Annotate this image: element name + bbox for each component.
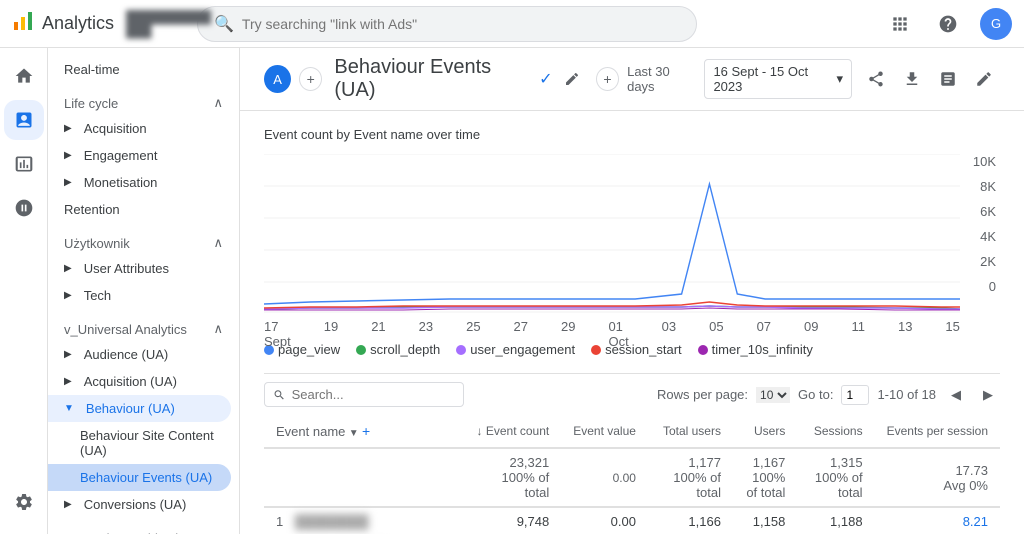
nav-explore[interactable] bbox=[4, 144, 44, 184]
lifecycle-section: Life cycle ∧ ▶ Acquisition ▶ Engagement … bbox=[48, 87, 239, 223]
realtime-section: Real-time bbox=[48, 56, 239, 83]
account-icon-btn[interactable]: G bbox=[980, 8, 1012, 40]
verified-icon: ✓ bbox=[539, 69, 552, 89]
arrow-icon: ▶ bbox=[64, 150, 72, 161]
sidebar-item-retention[interactable]: Retention bbox=[48, 196, 239, 223]
chart-section: Event count by Event name over time 10K … bbox=[240, 111, 1024, 373]
rows-per-page-control: Rows per page: 10 25 50 Go to: 1-10 of 1… bbox=[657, 383, 1000, 407]
table-search-input[interactable] bbox=[292, 387, 455, 402]
sidebar-item-behaviour-ua[interactable]: ▼ Behaviour (UA) bbox=[48, 395, 231, 422]
next-page-btn[interactable]: ▶ bbox=[976, 383, 1000, 407]
nav-settings[interactable] bbox=[4, 482, 44, 522]
nav-advertising[interactable] bbox=[4, 188, 44, 228]
sort-icon: ▼ bbox=[349, 428, 359, 439]
report-avatar: A bbox=[264, 65, 291, 93]
lifecycle-header: Life cycle ∧ bbox=[48, 87, 239, 115]
add-column-btn[interactable]: + bbox=[362, 423, 370, 439]
sidebar-item-realtime[interactable]: Real-time bbox=[48, 56, 239, 83]
header-action-icons bbox=[860, 63, 1000, 95]
search-bar[interactable]: 🔍 bbox=[197, 6, 697, 42]
user-header: Użytkownik ∧ bbox=[48, 227, 239, 255]
go-to-page-input[interactable] bbox=[841, 385, 869, 405]
col-header-sessions[interactable]: Sessions bbox=[797, 415, 874, 448]
arrow-icon: ▼ bbox=[64, 403, 74, 414]
date-range-text: 16 Sept - 15 Oct 2023 bbox=[713, 64, 832, 94]
apps-icon-btn[interactable] bbox=[884, 8, 916, 40]
sidebar-item-acquisition[interactable]: ▶ Acquisition bbox=[48, 115, 239, 142]
col-header-event-name[interactable]: Event name ▼ + bbox=[264, 415, 464, 448]
share-icon-btn[interactable] bbox=[860, 63, 892, 95]
main-content: A + Behaviour Events (UA) ✓ + Last 30 da… bbox=[240, 48, 1024, 534]
right-icons: G bbox=[884, 8, 1012, 40]
analytics-logo-icon bbox=[12, 10, 34, 38]
arrow-icon: ▶ bbox=[64, 123, 72, 134]
sidebar-item-user-attributes[interactable]: ▶ User Attributes bbox=[48, 255, 239, 282]
arrow-icon: ▶ bbox=[64, 263, 72, 274]
sidebar-item-monetisation[interactable]: ▶ Monetisation bbox=[48, 169, 239, 196]
arrow-icon: ▶ bbox=[64, 290, 72, 301]
arrow-icon: ▶ bbox=[64, 177, 72, 188]
user-section: Użytkownik ∧ ▶ User Attributes ▶ Tech bbox=[48, 227, 239, 309]
ua-header: v_Universal Analytics ∧ bbox=[48, 313, 239, 341]
report-header-right: Last 30 days 16 Sept - 15 Oct 2023 ▾ bbox=[627, 59, 1000, 99]
chart-container: 10K 8K 6K 4K 2K 0 bbox=[264, 154, 1000, 334]
arrow-icon: ▶ bbox=[64, 349, 72, 360]
chart-title: Event count by Event name over time bbox=[264, 127, 1000, 142]
prev-page-btn[interactable]: ◀ bbox=[944, 383, 968, 407]
icon-nav bbox=[0, 48, 48, 534]
export-icon-btn[interactable] bbox=[896, 63, 928, 95]
col-header-event-count[interactable]: ↓ Event count bbox=[464, 415, 561, 448]
ua-section: v_Universal Analytics ∧ ▶ Audience (UA) … bbox=[48, 313, 239, 518]
table-toolbar: Rows per page: 10 25 50 Go to: 1-10 of 1… bbox=[264, 373, 1000, 415]
sidebar-item-engagement[interactable]: ▶ Engagement bbox=[48, 142, 239, 169]
table-search-icon bbox=[273, 388, 286, 402]
edit-report-icon-btn[interactable] bbox=[968, 63, 1000, 95]
sidebar-item-behaviour-site[interactable]: Behaviour Site Content (UA) bbox=[48, 422, 239, 464]
sidebar: Real-time Life cycle ∧ ▶ Acquisition ▶ E… bbox=[48, 48, 240, 534]
col-header-users[interactable]: Users bbox=[733, 415, 797, 448]
chart-x-labels: 17Sept 19 21 23 25 27 29 01Oct 03 05 07 … bbox=[264, 317, 960, 349]
table-body: 1 ████████ 9,748 0.00 1,166 1,158 1,188 … bbox=[264, 507, 1000, 534]
table-total-row: 23,321 100% of total 0.00 1,177 100% of … bbox=[264, 448, 1000, 507]
search-input[interactable] bbox=[242, 16, 680, 32]
report-header: A + Behaviour Events (UA) ✓ + Last 30 da… bbox=[240, 48, 1024, 111]
sidebar-item-acquisition-ua[interactable]: ▶ Acquisition (UA) bbox=[48, 368, 239, 395]
business-header: vv_Business objectives ∧ bbox=[48, 522, 239, 534]
nav-home[interactable] bbox=[4, 56, 44, 96]
account-info: ██████████ ███ bbox=[126, 10, 211, 38]
business-section: vv_Business objectives ∧ ▶ Generate lead… bbox=[48, 522, 239, 534]
col-header-event-value[interactable]: Event value bbox=[561, 415, 648, 448]
rows-per-page-select[interactable]: 10 25 50 bbox=[756, 387, 790, 403]
chart-svg bbox=[264, 154, 960, 314]
sidebar-item-tech[interactable]: ▶ Tech bbox=[48, 282, 239, 309]
search-icon: 🔍 bbox=[214, 14, 234, 34]
logo-area: Analytics ██████████ ███ bbox=[12, 10, 197, 38]
col-header-eps[interactable]: Events per session bbox=[875, 415, 1000, 448]
topbar: Analytics ██████████ ███ 🔍 G bbox=[0, 0, 1024, 48]
date-range-label: Last 30 days bbox=[627, 64, 696, 94]
sidebar-item-behaviour-events[interactable]: Behaviour Events (UA) bbox=[48, 464, 231, 491]
insights-icon-btn[interactable] bbox=[932, 63, 964, 95]
chart-y-labels: 10K 8K 6K 4K 2K 0 bbox=[964, 154, 1000, 294]
sidebar-item-audience-ua[interactable]: ▶ Audience (UA) bbox=[48, 341, 239, 368]
col-header-total-users[interactable]: Total users bbox=[648, 415, 733, 448]
add-metric-btn[interactable]: + bbox=[596, 67, 619, 91]
sidebar-item-conversions-ua[interactable]: ▶ Conversions (UA) bbox=[48, 491, 239, 518]
table-row: 1 ████████ 9,748 0.00 1,166 1,158 1,188 … bbox=[264, 507, 1000, 534]
add-comparison-btn[interactable]: + bbox=[299, 67, 322, 91]
arrow-icon: ▶ bbox=[64, 499, 72, 510]
table-search-wrap[interactable] bbox=[264, 382, 464, 407]
app-title: Analytics bbox=[42, 13, 114, 34]
help-icon-btn[interactable] bbox=[932, 8, 964, 40]
nav-reports[interactable] bbox=[4, 100, 44, 140]
arrow-icon: ▶ bbox=[64, 376, 72, 387]
data-table: Event name ▼ + ↓ Event count Event value… bbox=[264, 415, 1000, 534]
date-range-picker[interactable]: 16 Sept - 15 Oct 2023 ▾ bbox=[704, 59, 852, 99]
report-title: Behaviour Events (UA) bbox=[334, 56, 531, 102]
table-section: Rows per page: 10 25 50 Go to: 1-10 of 1… bbox=[240, 373, 1024, 534]
chevron-down-icon: ▾ bbox=[836, 71, 843, 87]
edit-pencil-btn[interactable] bbox=[561, 67, 584, 91]
